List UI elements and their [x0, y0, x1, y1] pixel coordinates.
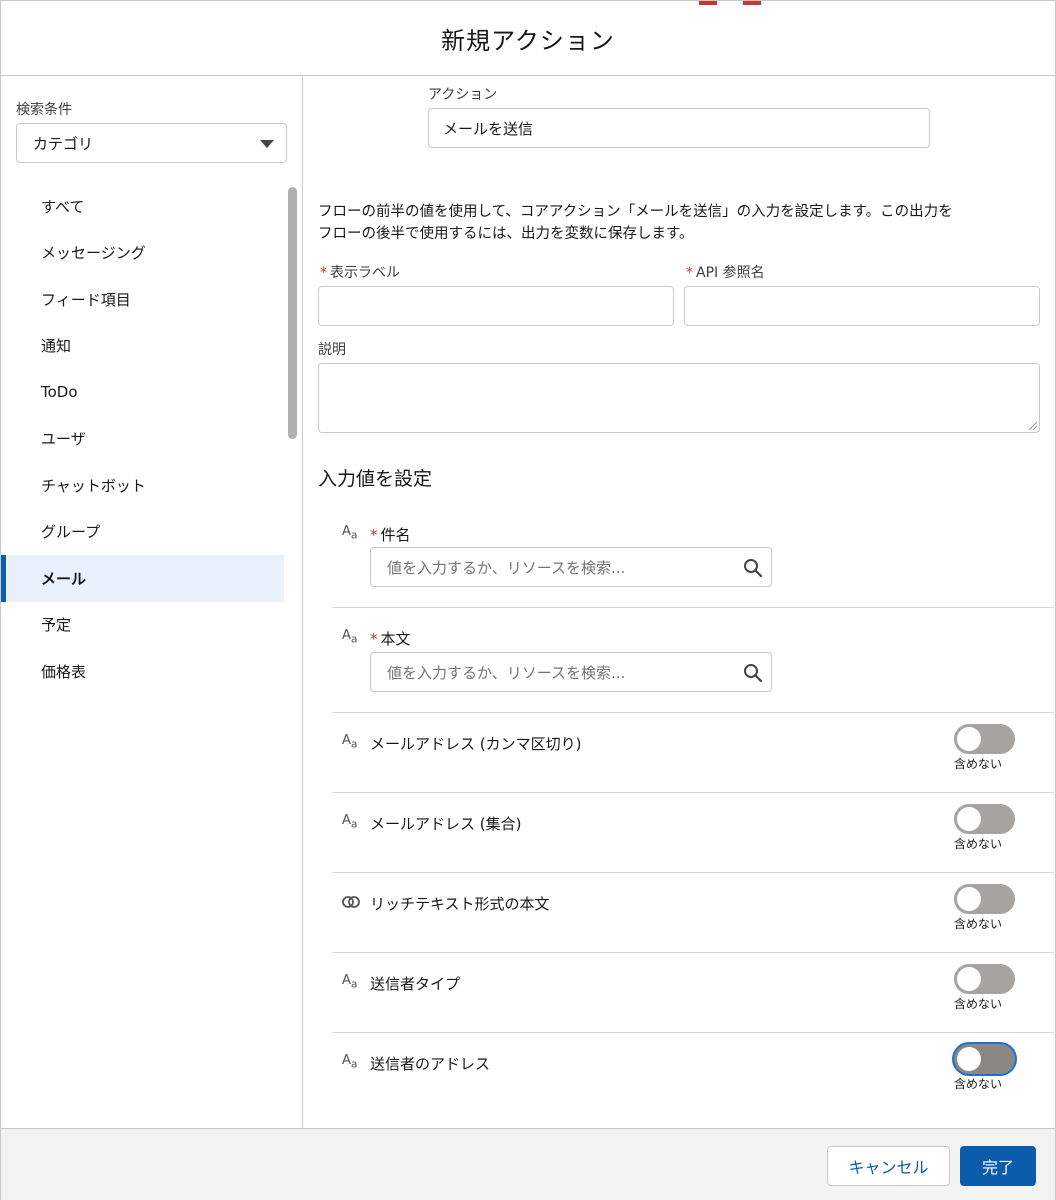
category-item-chatbot[interactable]: チャットボット: [1, 462, 284, 509]
sender-address-toggle[interactable]: [954, 1044, 1015, 1074]
param-row-subject: Aa * 件名 値を入力するか、リソースを検索...: [332, 507, 1054, 607]
category-list: すべて メッセージング フィード項目 通知 ToDo ユーザ チャットボット グ…: [1, 183, 284, 685]
toggle-caption: 含めない: [954, 757, 1003, 771]
category-item-todo[interactable]: ToDo: [1, 369, 284, 416]
text-type-icon: Aa: [342, 628, 358, 646]
text-type-icon: Aa: [342, 1053, 358, 1071]
action-description: フローの前半の値を使用して、コアアクション「メールを送信」の入力を設定します。こ…: [318, 204, 953, 242]
sidebar-scrollbar[interactable]: [288, 187, 297, 439]
resize-grip-icon[interactable]: [1027, 420, 1037, 430]
text-type-icon: Aa: [342, 733, 358, 751]
param-row-email-addresses-collection: Aa メールアドレス (集合) 含めない: [332, 792, 1054, 872]
display-label-label: * 表示ラベル: [320, 265, 400, 281]
caret-down-icon: [260, 140, 274, 148]
filter-label: 検索条件: [16, 102, 72, 118]
text-type-icon: Aa: [342, 524, 358, 542]
category-item-notification[interactable]: 通知: [1, 323, 284, 370]
sender-type-label: 送信者タイプ: [370, 975, 461, 993]
action-label: アクション: [428, 87, 498, 103]
category-item-pricebook[interactable]: 価格表: [1, 648, 284, 685]
input-values-section-title: 入力値を設定: [318, 468, 433, 490]
email-addresses-collection-toggle[interactable]: [954, 804, 1015, 834]
param-row-email-addresses-csv: Aa メールアドレス (カンマ区切り) 含めない: [332, 712, 1054, 792]
display-label-input[interactable]: [318, 286, 674, 326]
toggle-caption: 含めない: [954, 917, 1003, 931]
explanation-label: 説明: [318, 342, 346, 358]
api-name-input[interactable]: [684, 286, 1040, 326]
action-config-panel: アクション メールを送信 フローの前半の値を使用して、コアアクション「メールを送…: [304, 77, 1055, 1128]
category-item-all[interactable]: すべて: [1, 183, 284, 230]
category-item-messaging[interactable]: メッセージング: [1, 230, 284, 277]
toggle-caption: 含めない: [954, 837, 1003, 851]
category-item-feed[interactable]: フィード項目: [1, 276, 284, 323]
category-sidebar: 検索条件 カテゴリ すべて メッセージング フィード項目 通知 ToDo ユーザ…: [1, 77, 303, 1128]
category-filter-select[interactable]: カテゴリ: [16, 123, 287, 163]
api-name-label: * API 参照名: [686, 265, 765, 281]
category-item-user[interactable]: ユーザ: [1, 416, 284, 463]
sender-type-toggle[interactable]: [954, 964, 1015, 994]
body-resource-input[interactable]: 値を入力するか、リソースを検索...: [370, 652, 772, 692]
subject-label: * 件名: [370, 526, 411, 544]
subject-resource-input[interactable]: 値を入力するか、リソースを検索...: [370, 547, 772, 587]
modal-title: 新規アクション: [441, 26, 615, 55]
toggle-caption: 含めない: [954, 1077, 1003, 1091]
body-label: * 本文: [370, 630, 411, 648]
category-item-group[interactable]: グループ: [1, 509, 284, 556]
done-button[interactable]: 完了: [960, 1146, 1036, 1186]
sender-address-label: 送信者のアドレス: [370, 1055, 491, 1073]
param-row-rich-text-body: リッチテキスト形式の本文 含めない: [332, 872, 1054, 952]
modal-footer: キャンセル 完了: [1, 1128, 1055, 1200]
category-item-email[interactable]: メール: [1, 555, 284, 602]
rich-text-body-label: リッチテキスト形式の本文: [370, 895, 550, 913]
search-icon: [744, 664, 763, 683]
param-row-body: Aa * 本文 値を入力するか、リソースを検索...: [332, 607, 1054, 712]
text-type-icon: Aa: [342, 973, 358, 991]
search-icon: [744, 559, 763, 578]
toggle-caption: 含めない: [954, 997, 1003, 1011]
param-row-sender-type: Aa 送信者タイプ 含めない: [332, 952, 1054, 1032]
text-type-icon: Aa: [342, 813, 358, 831]
category-item-event[interactable]: 予定: [1, 602, 284, 649]
modal-header: 新規アクション: [1, 1, 1055, 76]
email-addresses-collection-label: メールアドレス (集合): [370, 815, 522, 833]
param-row-sender-address: Aa 送信者のアドレス 含めない: [332, 1032, 1054, 1112]
action-field[interactable]: メールを送信: [428, 108, 930, 148]
boolean-type-icon: [342, 896, 360, 908]
cancel-button[interactable]: キャンセル: [827, 1146, 950, 1186]
new-action-modal: 新規アクション 検索条件 カテゴリ すべて メッセージング フィード項目 通知 …: [0, 0, 1056, 1200]
explanation-textarea[interactable]: [318, 363, 1040, 433]
email-addresses-csv-label: メールアドレス (カンマ区切り): [370, 735, 582, 753]
email-addresses-csv-toggle[interactable]: [954, 724, 1015, 754]
category-filter-value: カテゴリ: [33, 134, 94, 153]
rich-text-body-toggle[interactable]: [954, 884, 1015, 914]
